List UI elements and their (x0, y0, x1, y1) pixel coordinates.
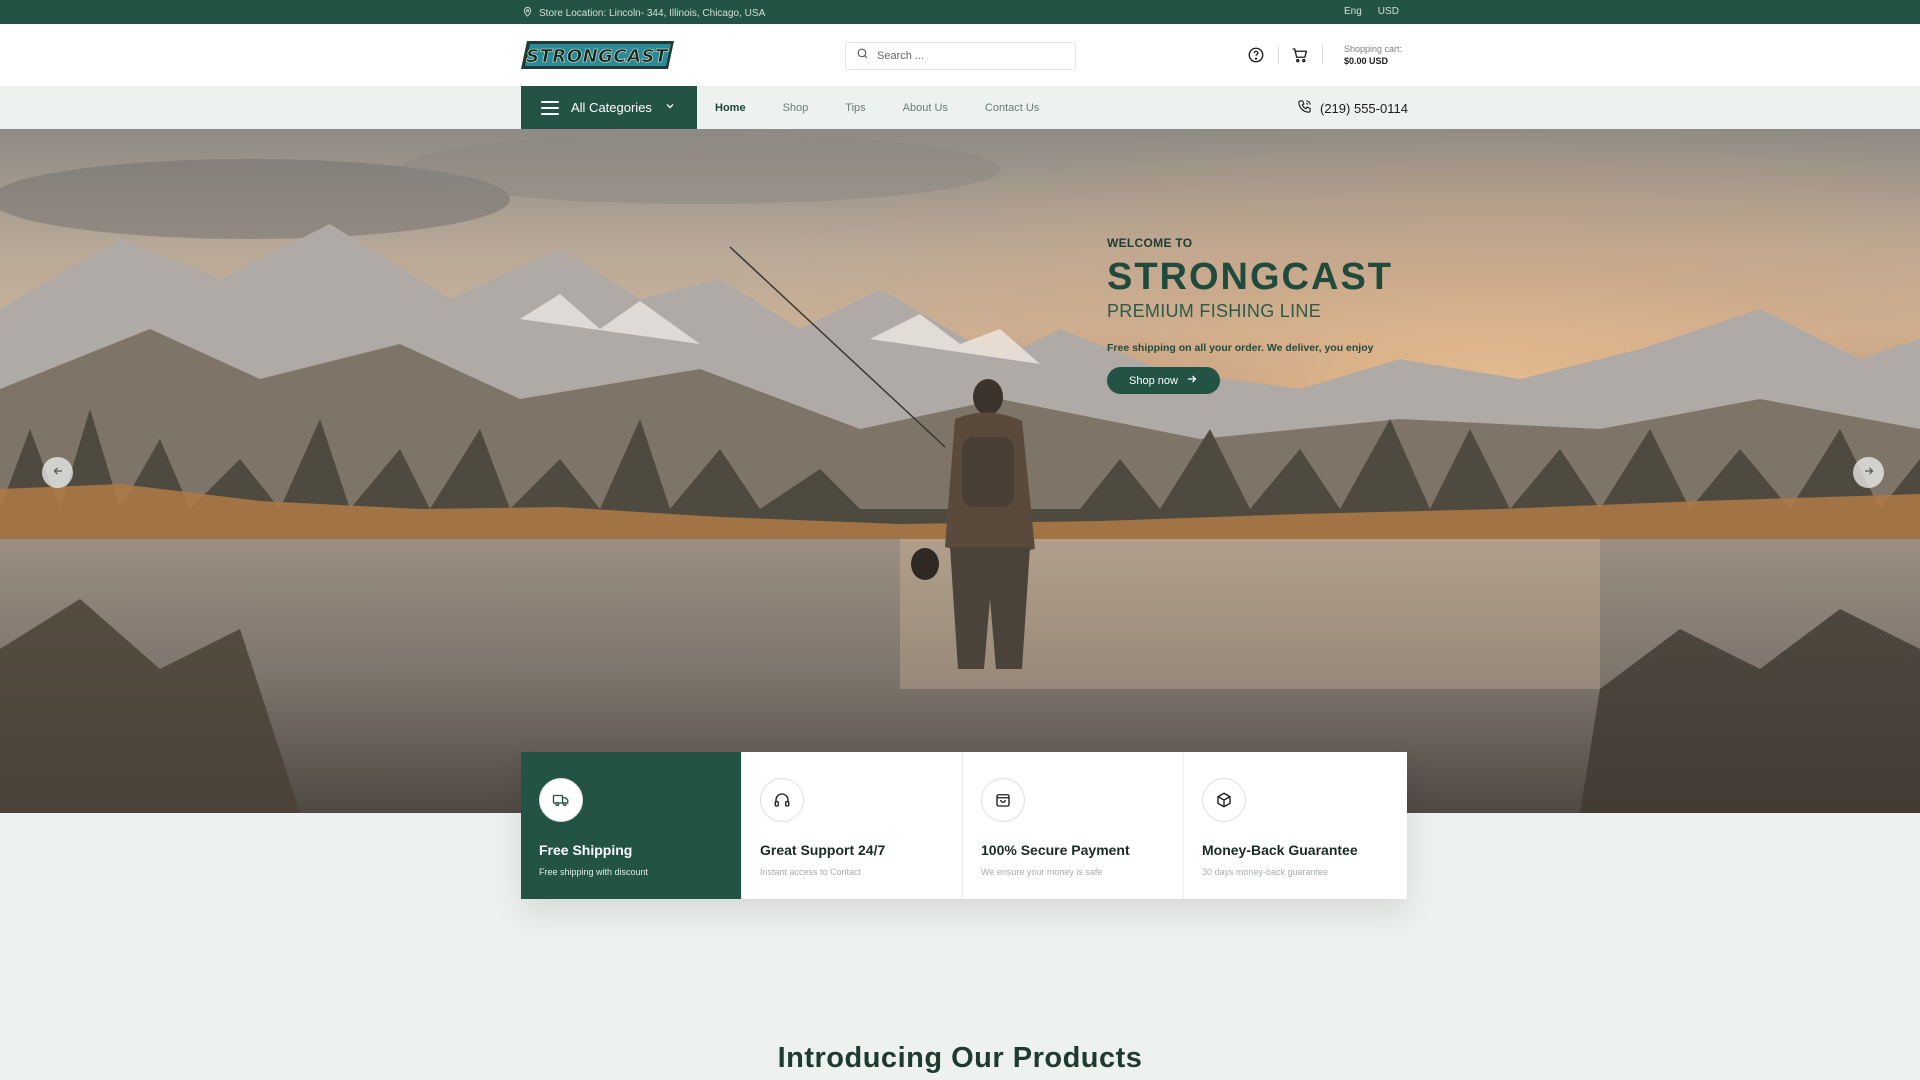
search-box[interactable] (845, 42, 1076, 70)
carousel-next-button[interactable] (1853, 457, 1884, 488)
feature-support: Great Support 24/7 Instant access to Con… (742, 752, 963, 899)
hero-welcome: WELCOME TO (1107, 236, 1193, 250)
nav-link-home[interactable]: Home (715, 102, 746, 114)
cart-total: $0.00 USD (1344, 56, 1389, 66)
arrow-left-icon (52, 464, 64, 482)
phone-number: (219) 555-0114 (1320, 100, 1408, 116)
site-header: STRONGCAST Shopping cart: $0.00 USD (0, 24, 1920, 86)
store-location: Store Location: Lincoln- 344, Illinois, … (522, 6, 765, 20)
all-categories-button[interactable]: All Categories (521, 86, 697, 129)
top-bar: Store Location: Lincoln- 344, Illinois, … (0, 0, 1920, 24)
feature-description: Free shipping with discount (539, 867, 649, 877)
shop-now-button[interactable]: Shop now (1107, 367, 1220, 394)
store-location-text: Store Location: Lincoln- 344, Illinois, … (539, 7, 766, 19)
truck-icon (539, 778, 583, 822)
feature-free-shipping: Free Shipping Free shipping with discoun… (521, 752, 742, 899)
feature-title: 100% Secure Payment (981, 842, 1130, 858)
hero-banner: WELCOME TO STRONGCAST PREMIUM FISHING LI… (0, 129, 1920, 813)
hero-brand-title: STRONGCAST (1107, 256, 1393, 298)
feature-description: We ensure your money is safe (981, 867, 1103, 877)
feature-title: Great Support 24/7 (760, 842, 886, 858)
feature-title: Free Shipping (539, 842, 633, 858)
cart-icon[interactable] (1291, 46, 1309, 64)
header-divider (1278, 46, 1279, 64)
all-categories-label: All Categories (571, 100, 652, 115)
feature-strip: Free Shipping Free shipping with discoun… (521, 752, 1407, 899)
nav-link-about[interactable]: About Us (903, 102, 948, 114)
headphones-icon (760, 778, 804, 822)
feature-title: Money-Back Guarantee (1202, 842, 1358, 858)
feature-description: Instant access to Contact (760, 867, 862, 877)
search-input[interactable] (877, 50, 1057, 62)
help-icon[interactable] (1247, 46, 1265, 64)
package-icon (1202, 778, 1246, 822)
chevron-down-icon (664, 100, 676, 115)
cart-summary[interactable]: Shopping cart: $0.00 USD (1344, 43, 1402, 67)
nav-link-shop[interactable]: Shop (783, 102, 809, 114)
menu-icon (541, 100, 559, 115)
feature-description: 30 days money-back guarantee (1202, 867, 1329, 877)
arrow-right-icon (1863, 464, 1875, 482)
hero-subtitle: PREMIUM FISHING LINE (1107, 301, 1322, 321)
header-divider (1322, 46, 1323, 64)
hero-background-image (0, 129, 1920, 813)
hero-text-block: WELCOME TO STRONGCAST PREMIUM FISHING LI… (1107, 236, 1393, 394)
phone-contact[interactable]: (219) 555-0114 (1297, 99, 1408, 117)
feature-secure-payment: 100% Secure Payment We ensure your money… (963, 752, 1184, 899)
feature-money-back: Money-Back Guarantee 30 days money-back … (1184, 752, 1407, 899)
currency-selector[interactable]: USD (1378, 6, 1399, 17)
nav-link-tips[interactable]: Tips (845, 102, 865, 114)
language-selector[interactable]: Eng (1344, 6, 1362, 17)
svg-text:STRONGCAST: STRONGCAST (526, 46, 669, 67)
search-icon (856, 47, 869, 65)
carousel-prev-button[interactable] (42, 457, 73, 488)
shopping-bag-icon (981, 778, 1025, 822)
main-nav: All Categories Home Shop Tips About Us C… (0, 86, 1920, 129)
shop-now-label: Shop now (1129, 374, 1178, 387)
map-pin-icon (522, 6, 533, 20)
section-title-products: Introducing Our Products (777, 1042, 1143, 1074)
arrow-right-icon (1186, 373, 1198, 388)
cart-label: Shopping cart: (1344, 44, 1403, 54)
hero-description: Free shipping on all your order. We deli… (1107, 342, 1374, 354)
nav-link-contact[interactable]: Contact Us (985, 102, 1039, 114)
site-logo[interactable]: STRONGCAST (521, 41, 674, 69)
phone-icon (1297, 99, 1312, 117)
